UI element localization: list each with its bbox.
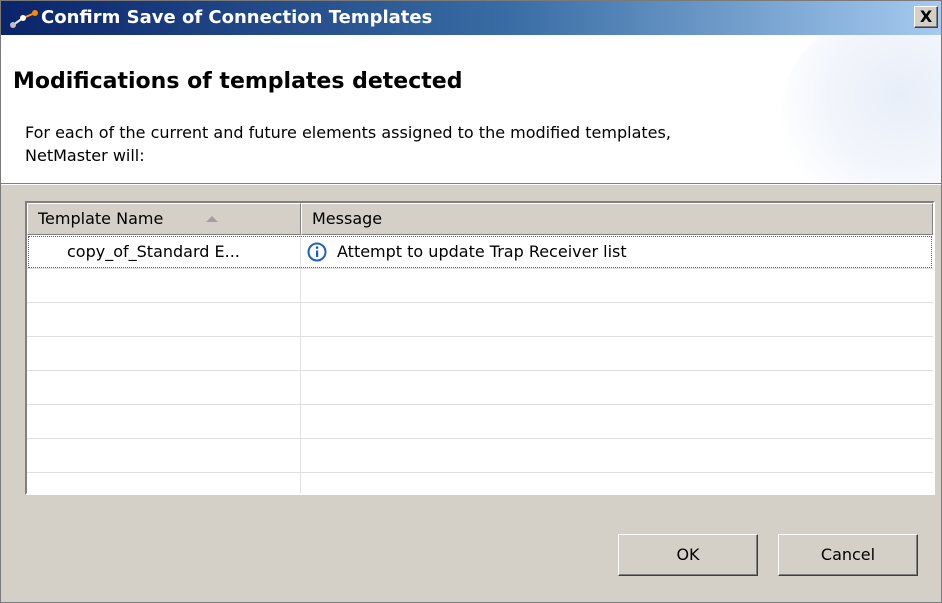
table-header: Template Name Message <box>27 203 933 235</box>
table-row-empty <box>27 303 933 337</box>
header-description: For each of the current and future eleme… <box>25 123 671 165</box>
header-separator <box>1 183 941 185</box>
column-header-label: Message <box>312 209 383 228</box>
table-row-empty <box>27 371 933 405</box>
cell-template-name: copy_of_Standard E... <box>67 242 240 261</box>
dialog-header: Modifications of templates detected For … <box>1 35 941 183</box>
table-body: copy_of_Standard E... Attempt to update … <box>27 235 933 493</box>
table-row-empty <box>27 337 933 371</box>
cell-message: Attempt to update Trap Receiver list <box>337 242 627 261</box>
table-row-empty <box>27 269 933 303</box>
close-button[interactable]: X <box>914 6 938 28</box>
table-row-empty <box>27 405 933 439</box>
title-bar[interactable]: Confirm Save of Connection Templates X <box>1 1 941 35</box>
table-row[interactable]: copy_of_Standard E... Attempt to update … <box>27 235 933 269</box>
templates-table[interactable]: Template Name Message copy_of_Standard E… <box>25 201 935 495</box>
window-title: Confirm Save of Connection Templates <box>41 7 433 28</box>
table-row-empty <box>27 439 933 473</box>
connection-template-icon <box>10 10 38 28</box>
column-header-template-name[interactable]: Template Name <box>27 203 301 235</box>
confirm-save-dialog: Confirm Save of Connection Templates X M… <box>0 0 942 603</box>
ok-button[interactable]: OK <box>618 534 758 576</box>
column-header-message[interactable]: Message <box>301 203 933 235</box>
info-icon <box>307 242 327 262</box>
header-title: Modifications of templates detected <box>13 69 463 94</box>
close-icon: X <box>919 7 933 26</box>
cancel-button[interactable]: Cancel <box>778 534 918 576</box>
sort-ascending-icon <box>206 216 218 222</box>
column-header-label: Template Name <box>38 209 164 228</box>
table-row-empty <box>27 473 933 493</box>
header-decoration <box>781 35 941 183</box>
